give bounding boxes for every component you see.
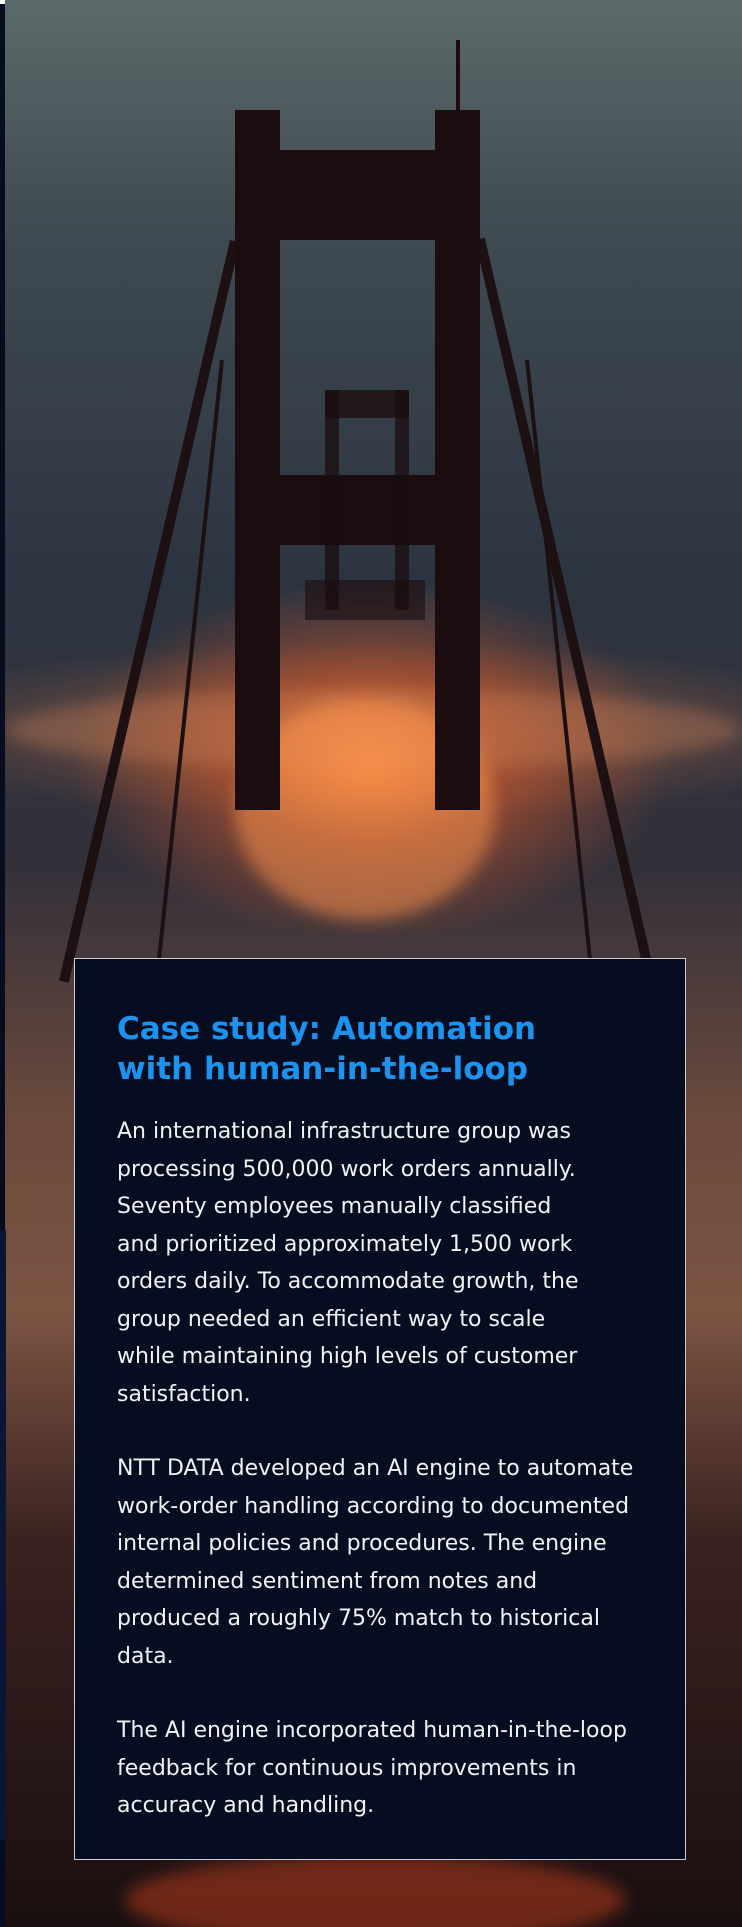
tower-far-right-leg (395, 390, 409, 610)
tower-lower-portal (305, 580, 425, 620)
case-study-paragraph-1: An international infrastructure group wa… (117, 1119, 579, 1407)
case-study-card: Case study: Automation with human-in-the… (74, 958, 686, 1860)
tower-spire (456, 40, 460, 115)
left-accent-strip (0, 1230, 6, 1840)
tower-far-beam (325, 390, 409, 418)
road-glow (125, 1855, 625, 1927)
tower-near-mid-beam (235, 475, 480, 545)
suspension-cable-left (59, 240, 240, 983)
case-study-title: Case study: Automation with human-in-the… (117, 1011, 537, 1087)
tower-far-left-leg (325, 390, 339, 610)
suspension-cable-right (475, 237, 656, 981)
tower-near-top-beam (235, 150, 480, 240)
case-study-paragraph-2: NTT DATA developed an AI engine to autom… (117, 1456, 634, 1669)
case-study-paragraph-3: The AI engine incorporated human-in-the-… (117, 1718, 627, 1818)
